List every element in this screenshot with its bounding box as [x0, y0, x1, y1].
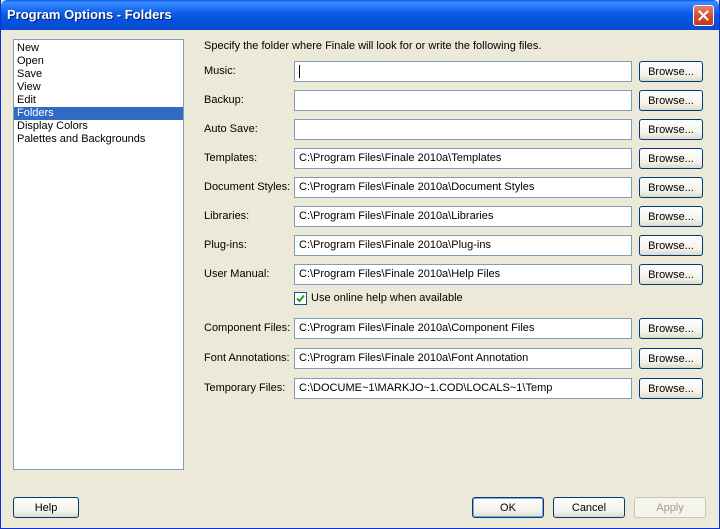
templates-folder-field[interactable]: C:\Program Files\Finale 2010a\Templates	[294, 148, 632, 169]
sidebar-item-edit[interactable]: Edit	[14, 94, 183, 107]
ok-button[interactable]: OK	[472, 497, 544, 518]
instruction-text: Specify the folder where Finale will loo…	[204, 40, 542, 52]
folder-row-temporary-files: Temporary Files: C:\DOCUME~1\MARKJO~1.CO…	[204, 378, 704, 399]
apply-button[interactable]: Apply	[634, 497, 706, 518]
component-files-label: Component Files:	[204, 322, 291, 334]
folder-row-font-annotations: Font Annotations: C:\Program Files\Final…	[204, 348, 704, 369]
sidebar-item-view[interactable]: View	[14, 81, 183, 94]
component-files-browse-button[interactable]: Browse...	[639, 318, 703, 339]
close-button[interactable]	[693, 5, 714, 26]
auto-save-folder-field[interactable]	[294, 119, 632, 140]
folder-row-component-files: Component Files: C:\Program Files\Finale…	[204, 318, 704, 339]
backup-folder-field[interactable]	[294, 90, 632, 111]
checkmark-icon	[296, 294, 305, 303]
libraries-browse-button[interactable]: Browse...	[639, 206, 703, 227]
folder-row-music: Music: Browse...	[204, 61, 704, 82]
online-help-checkbox[interactable]	[294, 292, 307, 305]
font-annotations-label: Font Annotations:	[204, 352, 290, 364]
user-manual-label: User Manual:	[204, 268, 270, 280]
font-annotations-browse-button[interactable]: Browse...	[639, 348, 703, 369]
templates-label: Templates:	[204, 152, 258, 164]
document-styles-label: Document Styles:	[204, 181, 291, 193]
auto-save-label: Auto Save:	[204, 123, 258, 135]
sidebar-item-palettes-and-backgrounds[interactable]: Palettes and Backgrounds	[14, 133, 183, 146]
program-options-dialog: Program Options - Folders New Open Save …	[0, 0, 720, 529]
backup-browse-button[interactable]: Browse...	[639, 90, 703, 111]
category-list[interactable]: New Open Save View Edit Folders Display …	[13, 39, 184, 470]
folder-row-document-styles: Document Styles: C:\Program Files\Finale…	[204, 177, 704, 198]
cancel-button[interactable]: Cancel	[553, 497, 625, 518]
music-browse-button[interactable]: Browse...	[639, 61, 703, 82]
folder-row-templates: Templates: C:\Program Files\Finale 2010a…	[204, 148, 704, 169]
user-manual-folder-field[interactable]: C:\Program Files\Finale 2010a\Help Files	[294, 264, 632, 285]
sidebar-item-open[interactable]: Open	[14, 55, 183, 68]
plug-ins-folder-field[interactable]: C:\Program Files\Finale 2010a\Plug-ins	[294, 235, 632, 256]
window-title: Program Options - Folders	[7, 7, 172, 22]
templates-browse-button[interactable]: Browse...	[639, 148, 703, 169]
plug-ins-browse-button[interactable]: Browse...	[639, 235, 703, 256]
music-folder-field[interactable]	[294, 61, 632, 82]
plug-ins-label: Plug-ins:	[204, 239, 247, 251]
libraries-folder-field[interactable]: C:\Program Files\Finale 2010a\Libraries	[294, 206, 632, 227]
folder-row-user-manual: User Manual: C:\Program Files\Finale 201…	[204, 264, 704, 285]
title-bar[interactable]: Program Options - Folders	[1, 0, 719, 30]
font-annotations-folder-field[interactable]: C:\Program Files\Finale 2010a\Font Annot…	[294, 348, 632, 369]
user-manual-browse-button[interactable]: Browse...	[639, 264, 703, 285]
temporary-files-folder-field[interactable]: C:\DOCUME~1\MARKJO~1.COD\LOCALS~1\Temp	[294, 378, 632, 399]
dialog-body: New Open Save View Edit Folders Display …	[4, 30, 716, 526]
libraries-label: Libraries:	[204, 210, 250, 222]
backup-label: Backup:	[204, 94, 244, 106]
folder-row-auto-save: Auto Save: Browse...	[204, 119, 704, 140]
close-icon	[698, 10, 709, 21]
online-help-label: Use online help when available	[311, 292, 463, 304]
document-styles-browse-button[interactable]: Browse...	[639, 177, 703, 198]
temporary-files-browse-button[interactable]: Browse...	[639, 378, 703, 399]
document-styles-folder-field[interactable]: C:\Program Files\Finale 2010a\Document S…	[294, 177, 632, 198]
folder-row-plug-ins: Plug-ins: C:\Program Files\Finale 2010a\…	[204, 235, 704, 256]
folder-row-backup: Backup: Browse...	[204, 90, 704, 111]
sidebar-item-display-colors[interactable]: Display Colors	[14, 120, 183, 133]
sidebar-item-folders[interactable]: Folders	[14, 107, 183, 120]
help-button[interactable]: Help	[13, 497, 79, 518]
music-label: Music:	[204, 65, 236, 77]
sidebar-item-new[interactable]: New	[14, 42, 183, 55]
folder-row-libraries: Libraries: C:\Program Files\Finale 2010a…	[204, 206, 704, 227]
auto-save-browse-button[interactable]: Browse...	[639, 119, 703, 140]
component-files-folder-field[interactable]: C:\Program Files\Finale 2010a\Component …	[294, 318, 632, 339]
sidebar-item-save[interactable]: Save	[14, 68, 183, 81]
temporary-files-label: Temporary Files:	[204, 382, 286, 394]
